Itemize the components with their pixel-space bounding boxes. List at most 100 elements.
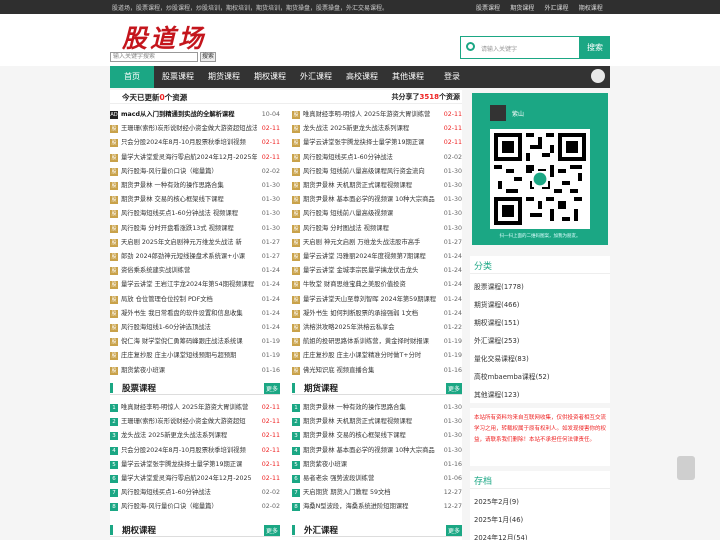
category-link-options[interactable]: 期权课程(151) (474, 317, 519, 327)
list-item-title[interactable]: 凝外书生 我日常看盘的软件设置和信息收集 (121, 308, 257, 320)
top-link-options[interactable]: 期权课程 (579, 5, 603, 12)
search-box[interactable]: 请输入关键字 (460, 36, 580, 59)
list-item[interactable]: 股量学云讲堂天山至尊刘智晖 2024年第59期课程 01-24 (292, 294, 462, 306)
list-item-title[interactable]: 资俗乘系统建实战训练营 (121, 265, 257, 277)
list-item[interactable]: 股洪榕洪攻略2025年洪榕云私享会 01-22 (292, 322, 462, 334)
list-item-title[interactable]: 洪榕洪攻略2025年洪榕云私享会 (303, 322, 439, 334)
category-link-futures[interactable]: 期货课程(466) (474, 299, 519, 309)
options-more-button[interactable]: 更多 (263, 525, 280, 536)
list-item-title[interactable]: 凝外书生 如何判断股票的承接强弱 1文档 (303, 308, 439, 320)
list-item[interactable]: 股天启剧 2025年文启剧神元万维龙头战法 新 01-27 (110, 237, 280, 249)
search-button[interactable]: 搜索 (580, 36, 610, 59)
numbered-list-item[interactable]: 5 量学云讲堂张宇腾龙抉择士量学第19期正课 02-11 (110, 458, 280, 472)
list-item-title[interactable]: 量学云讲堂天山至尊刘智晖 2024年第59期课程 (303, 294, 439, 306)
list-item[interactable]: 股天启剧 神元文启剧 万维龙头战法股市高手 01-27 (292, 237, 462, 249)
site-logo[interactable]: 股道场 (122, 19, 206, 55)
top-link-stock[interactable]: 股票课程 (476, 5, 500, 12)
numbered-list-item[interactable]: 6 易者老余 强势波段训练营 01-06 (292, 472, 462, 486)
list-item-title[interactable]: 牛牧堂 财商思维宝典之美股价值投资 (303, 279, 439, 291)
numbered-list-item[interactable]: 3 期货尹景林 交易的核心框架线下课程 01-30 (292, 429, 462, 443)
list-item-title[interactable]: 天启剧 2025年文启剧神元万维龙头战法 新 (121, 237, 257, 249)
list-item[interactable]: 股风行股海短线1-60分钟选顶战法 01-24 (110, 322, 280, 334)
nav-options[interactable]: 期权课程 (248, 66, 292, 88)
list-item-title[interactable]: 期货尹景林 基本面必学的视频课 10种大宗商品 (303, 194, 439, 206)
list-item-title[interactable]: 只会分股2024年8月-10月股票秋季培训视频 (121, 137, 257, 149)
list-item[interactable]: 股风行股海 分时开盘看涨跌13式 视频课程 01-30 (110, 223, 280, 235)
list-item[interactable]: 股风行股海 分时图战法 视频课程 01-30 (292, 223, 462, 235)
category-link-quant[interactable]: 量化交易课程(83) (474, 353, 529, 363)
list-item-title[interactable]: 海桑N型波段，海桑系统进阶短期课程 (303, 500, 435, 514)
list-item[interactable]: 股量学大讲堂爱灵海行零启航2024年12月-2025年1月 02-11 (110, 152, 280, 164)
top-link-futures[interactable]: 期货课程 (510, 5, 534, 12)
category-link-forex[interactable]: 外汇课程(253) (474, 335, 519, 345)
list-item[interactable]: 股期货尹景林 基本面必学的视频课 10种大宗商品 01-30 (292, 194, 462, 206)
list-item[interactable]: 股量学云讲堂张宇腾龙抉择士量学第19期正课 02-11 (292, 137, 462, 149)
list-item[interactable]: 股期货紫夜小班课 01-16 (110, 365, 280, 377)
numbered-list-item[interactable]: 1 唯真财经李明-明惊人 2025年游资大胃训练营 02-11 (110, 401, 280, 415)
list-item[interactable]: 股庄庄复抄股 庄主小课堂精准分时做T+分时 01-19 (292, 350, 462, 362)
list-item-title[interactable]: 量学云讲堂张宇腾龙抉择士量学第19期正课 (303, 137, 439, 149)
list-item[interactable]: 股庄庄复抄股 庄主小课堂短线预期与超预期 01-19 (110, 350, 280, 362)
numbered-list-item[interactable]: 7 天启期货 期货入门教程 59文档 12-27 (292, 486, 462, 500)
numbered-list-item[interactable]: 3 龙头战法 2025新更龙头战法系列课程 02-11 (110, 429, 280, 443)
search-input[interactable]: 请输入关键字 (481, 44, 517, 53)
list-item-title[interactable]: 期货尹景林 交易的核心框架线下课程 (303, 429, 435, 443)
list-item-title[interactable]: 风行股海短线买点1-60分钟战法 (121, 486, 253, 500)
list-item-title[interactable]: 量学云讲堂 冯雅丽2024年度视频第7期课程 (303, 251, 439, 263)
top-link-forex[interactable]: 外汇课程 (545, 5, 569, 12)
category-link-college[interactable]: 高校mbaemba课程(52) (474, 371, 550, 381)
list-item-title[interactable]: 佛光知识底 视频直播合集 (303, 365, 439, 377)
list-item-title[interactable]: 天启期货 期货入门教程 59文档 (303, 486, 435, 500)
list-item[interactable]: 股凝外书生 如何判断股票的承接强弱 1文档 01-24 (292, 308, 462, 320)
list-item[interactable]: 股期货尹景林 交易的核心框架线下课程 01-30 (110, 194, 280, 206)
numbered-list-item[interactable]: 8 海桑N型波段，海桑系统进阶短期课程 12-27 (292, 500, 462, 514)
list-item-title[interactable]: 唯真财经李明-明惊人 2025年游资大胃训练营 (121, 401, 253, 415)
forex-more-button[interactable]: 更多 (445, 525, 462, 536)
mini-search-input[interactable]: 输入关键字搜索 (110, 52, 198, 62)
list-item[interactable]: 股风行股海短线买点1-60分钟战法 视频课程 01-30 (110, 208, 280, 220)
list-item[interactable]: 股只会分股2024年8月-10月股票秋季培训视频 02-11 (110, 137, 280, 149)
user-avatar-icon[interactable] (591, 69, 605, 83)
archive-link-2024-12[interactable]: 2024年12月(54) (474, 532, 528, 540)
list-item[interactable]: 股期货尹景林 天机期货正式课程视频课程 01-30 (292, 180, 462, 192)
list-item-title[interactable]: 期货尹景林 天机期货正式课程视频课程 (303, 415, 435, 429)
nav-stock[interactable]: 股票课程 (156, 66, 200, 88)
list-item[interactable]: 股风行股海-风行量价口诀（缩量篇） 02-02 (110, 166, 280, 178)
list-item-title[interactable]: 量学大讲堂爱灵海行零启航2024年12月-2025年1月 (121, 152, 257, 164)
list-item-title[interactable]: 王珊珊(索彤)炭形说财经小资金做大游资超短 (121, 415, 253, 429)
mini-search-button[interactable]: 搜索 (200, 52, 216, 62)
list-item[interactable]: 股王珊珊(索彤)炭形说财经小资金做大游资超短战法 02-11 (110, 123, 280, 135)
nav-other[interactable]: 其他课程 (386, 66, 430, 88)
list-item[interactable]: 股量学云讲堂 金城李宗民量学擒龙伏击龙头 01-24 (292, 265, 462, 277)
list-item-title[interactable]: 庄庄复抄股 庄主小课堂精准分时做T+分时 (303, 350, 439, 362)
list-item-title[interactable]: 风行股海短线1-60分钟选顶战法 (121, 322, 257, 334)
list-item-title[interactable]: 易者老余 强势波段训练营 (303, 472, 435, 486)
nav-college[interactable]: 高校课程 (340, 66, 384, 88)
list-item-title[interactable]: 倪仁海 财学堂倪仁勇筹码峰跟庄战法系统课 (121, 336, 257, 348)
numbered-list-item[interactable]: 4 期货尹景林 基本面必学的视频课 10种大宗商品 01-30 (292, 444, 462, 458)
list-item-title[interactable]: 期货尹景林 交易的核心框架线下课程 (121, 194, 257, 206)
list-item-title[interactable]: 风行股海短线买点1-60分钟战法 视频课程 (121, 208, 257, 220)
list-item[interactable]: 股唯真财经李明-明惊人 2025年游资大胃训练营 02-11 (292, 109, 462, 121)
list-item-title[interactable]: 量学云讲堂 金城李宗民量学擒龙伏击龙头 (303, 265, 439, 277)
nav-login[interactable]: 登录 (432, 66, 472, 88)
futures-more-button[interactable]: 更多 (445, 383, 462, 394)
list-item-title[interactable]: 风行股海 分时开盘看涨跌13式 视频课程 (121, 223, 257, 235)
list-item-title[interactable]: 郎劲 2024郎劲神元短线操盘术系统课+小课 (121, 251, 257, 263)
list-item-title[interactable]: 局放 仓位管理仓位控制 PDF文档 (121, 294, 257, 306)
list-item[interactable]: AD macd从入门到精通到实战的全解析课程 10-04 (110, 109, 280, 121)
numbered-list-item[interactable]: 5 期货紫夜小班课 01-16 (292, 458, 462, 472)
list-item[interactable]: 股量学云讲堂 冯雅丽2024年度视频第7期课程 01-24 (292, 251, 462, 263)
category-link-stock[interactable]: 股票课程(1778) (474, 281, 524, 291)
list-item-title[interactable]: 风行股海-风行量价口诀（缩量篇） (121, 166, 257, 178)
list-item-title[interactable]: 唯真财经李明-明惊人 2025年游资大胃训练营 (303, 109, 439, 121)
list-item[interactable]: 股量学云讲堂 王岩江宇龙2024年第54期视频课程 01-24 (110, 279, 280, 291)
list-item[interactable]: 股倪仁海 财学堂倪仁勇筹码峰跟庄战法系统课 01-19 (110, 336, 280, 348)
list-item[interactable]: 股牛牧堂 财商思维宝典之美股价值投资 01-24 (292, 279, 462, 291)
list-item[interactable]: 股局放 仓位管理仓位控制 PDF文档 01-24 (110, 294, 280, 306)
list-item[interactable]: 股期货尹景林 一种有效的操作思路合集 01-30 (110, 180, 280, 192)
nav-home[interactable]: 首页 (110, 66, 154, 88)
nav-forex[interactable]: 外汇课程 (294, 66, 338, 88)
numbered-list-item[interactable]: 4 只会分股2024年8月-10月股票秋季培训视频 02-11 (110, 444, 280, 458)
list-item-title[interactable]: 量学云讲堂 王岩江宇龙2024年第54期视频课程 (121, 279, 257, 291)
